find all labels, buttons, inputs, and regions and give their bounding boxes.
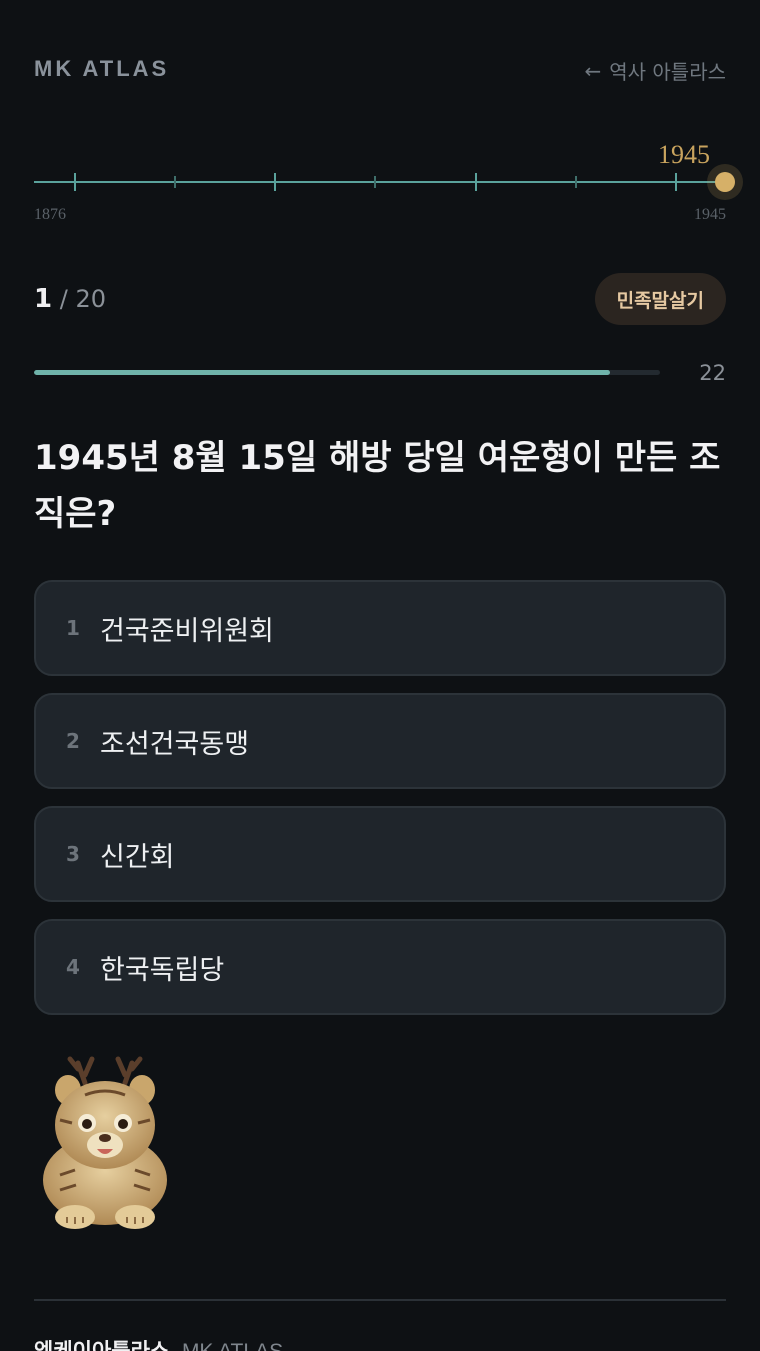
answer-text: 조선건국동맹 bbox=[100, 728, 250, 760]
footer-title-korean: 엠케이아틀라스 bbox=[34, 1339, 170, 1351]
question-text: 1945년 8월 15일 해방 당일 여운형이 만든 조직은? bbox=[34, 438, 721, 534]
timeline-end-year: 1945 bbox=[694, 206, 726, 223]
answer-text: 신간회 bbox=[100, 841, 175, 873]
brand-logo[interactable]: MK ATLAS bbox=[34, 56, 169, 82]
timeline-current-year: 1945 bbox=[658, 140, 710, 169]
timeline-tick bbox=[174, 176, 176, 188]
back-to-atlas-link[interactable]: ← 역사 아틀라스 bbox=[584, 56, 726, 85]
footer-title: 엠케이아틀라스 MK ATLAS bbox=[34, 1335, 283, 1351]
timeline-tick bbox=[374, 176, 376, 188]
answer-option-4[interactable]: 4 한국독립당 bbox=[34, 919, 726, 1015]
answer-text: 건국준비위원회 bbox=[100, 615, 274, 647]
answer-number: 1 bbox=[66, 616, 80, 640]
timer-progress-fill bbox=[34, 370, 610, 375]
counter-separator: / bbox=[59, 285, 68, 313]
answer-number: 2 bbox=[66, 729, 80, 753]
footer-divider bbox=[34, 1299, 726, 1301]
current-question-number: 1 bbox=[34, 284, 53, 314]
answer-number: 4 bbox=[66, 955, 80, 979]
answer-option-3[interactable]: 3 신간회 bbox=[34, 806, 726, 902]
timeline-tick bbox=[475, 173, 477, 191]
era-category-badge: 민족말살기 bbox=[594, 273, 726, 325]
timeline-tick bbox=[274, 173, 276, 191]
tiger-mascot-icon bbox=[43, 1056, 167, 1229]
total-questions: 20 bbox=[75, 285, 107, 313]
back-link-label: 역사 아틀라스 bbox=[609, 60, 726, 84]
arrow-left-icon: ← bbox=[584, 58, 602, 83]
timeline-start-year: 1876 bbox=[34, 206, 66, 223]
answer-text: 한국독립당 bbox=[100, 954, 225, 986]
answer-option-1[interactable]: 1 건국준비위원회 bbox=[34, 580, 726, 676]
timeline-handle[interactable] bbox=[715, 172, 735, 192]
answer-list: 1 건국준비위원회 2 조선건국동맹 3 신간회 4 한국독립당 bbox=[34, 580, 726, 1032]
footer-title-english: MK ATLAS bbox=[182, 1340, 283, 1351]
timeline-tick bbox=[575, 176, 577, 188]
era-timeline: 1945 1876 1945 bbox=[34, 140, 743, 230]
timer-seconds: 22 bbox=[699, 361, 726, 385]
answer-option-2[interactable]: 2 조선건국동맹 bbox=[34, 693, 726, 789]
timeline-track[interactable] bbox=[34, 181, 726, 183]
timeline-tick bbox=[74, 173, 76, 191]
timer-progress-bar bbox=[34, 370, 660, 375]
timeline-tick bbox=[675, 173, 677, 191]
quiz-page: MK ATLAS ← 역사 아틀라스 1945 1876 1945 1 / 20… bbox=[0, 0, 760, 1351]
question-counter: 1 / 20 bbox=[34, 284, 106, 314]
answer-number: 3 bbox=[66, 842, 80, 866]
